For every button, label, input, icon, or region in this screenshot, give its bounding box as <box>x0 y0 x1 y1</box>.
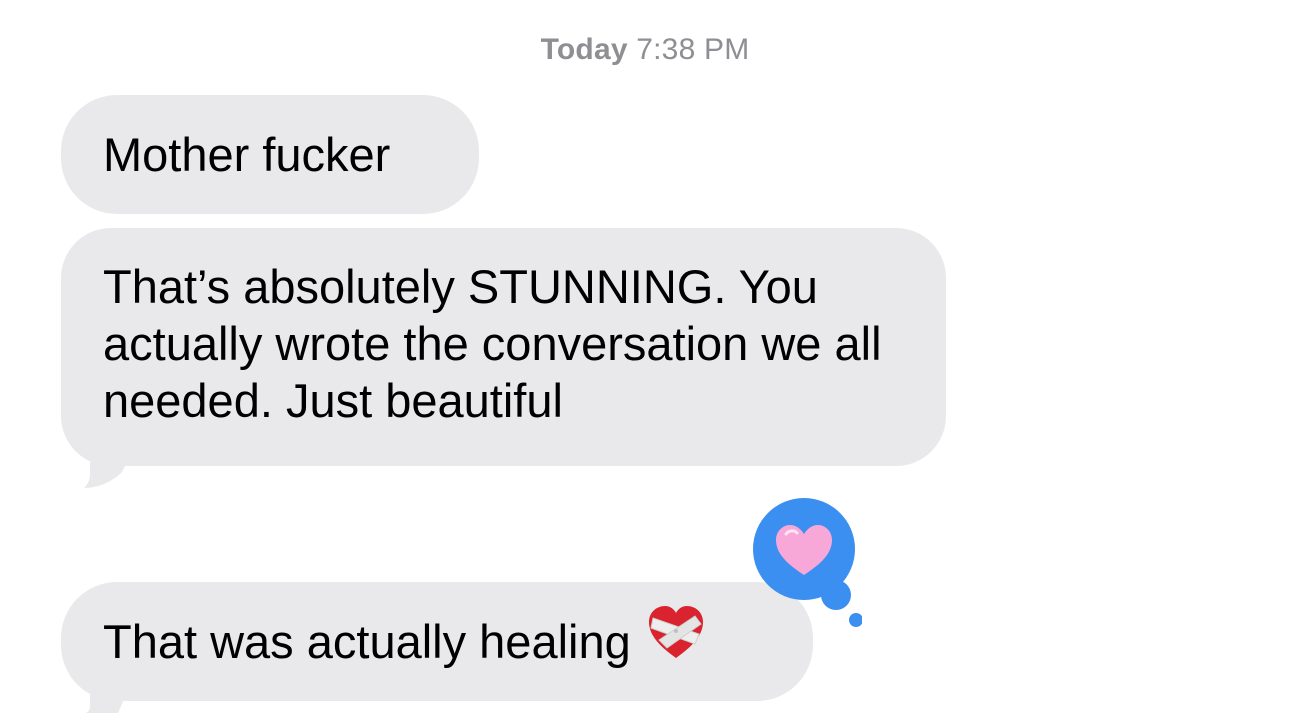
timestamp-day: Today <box>540 33 628 66</box>
message-text: That was actually healing <box>103 615 631 668</box>
mending-heart-icon <box>645 604 707 672</box>
message-bubble[interactable]: That was actually healing <box>61 582 813 701</box>
bubble-tail-icon <box>86 676 128 713</box>
bubble-tail-icon <box>84 440 128 488</box>
timestamp: Today 7:38 PM <box>0 33 1290 67</box>
message-text: That’s absolutely STUNNING. You actually… <box>103 260 882 427</box>
tapback-heart-reaction[interactable] <box>752 498 862 628</box>
message-text: Mother fucker <box>103 128 391 181</box>
timestamp-time: 7:38 PM <box>636 33 750 66</box>
message-bubble[interactable]: Mother fucker <box>61 95 479 214</box>
message-bubble[interactable]: That’s absolutely STUNNING. You actually… <box>61 228 946 466</box>
